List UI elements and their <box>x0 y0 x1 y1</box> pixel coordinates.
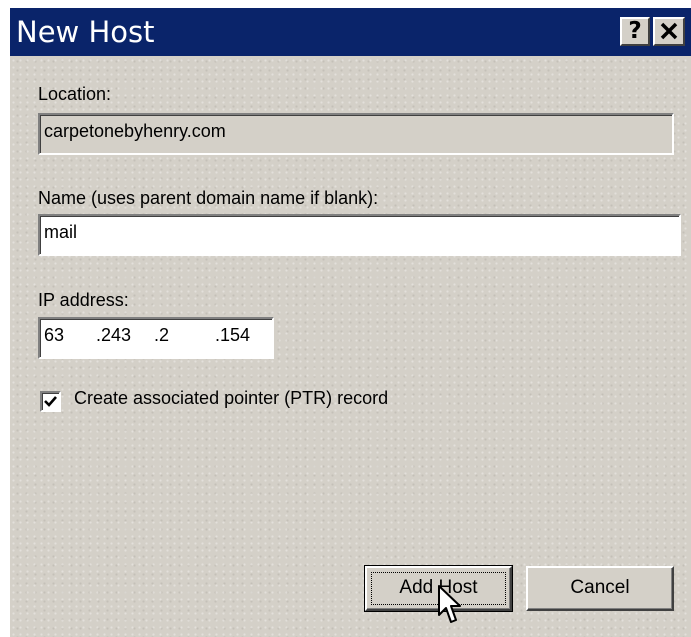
close-icon <box>660 20 678 46</box>
ptr-checkbox-label[interactable]: Create associated pointer (PTR) record <box>74 388 388 409</box>
window-title: New Host <box>16 15 155 49</box>
new-host-dialog: New Host ? Location: carpetonebyhenry.co… <box>8 6 691 637</box>
mouse-pointer-icon <box>438 585 462 630</box>
close-button[interactable] <box>653 17 685 46</box>
ip-octet-4[interactable]: .154 <box>215 325 250 346</box>
name-value: mail <box>44 222 78 242</box>
cancel-label: Cancel <box>570 577 630 598</box>
ip-octet-1[interactable]: 63 <box>44 325 64 346</box>
help-icon: ? <box>628 18 642 44</box>
ip-address-label: IP address: <box>38 290 129 310</box>
location-label: Location: <box>38 84 112 104</box>
location-value: carpetonebyhenry.com <box>44 121 226 141</box>
title-bar[interactable]: New Host ? <box>10 8 691 56</box>
location-field: carpetonebyhenry.com <box>38 113 674 155</box>
ip-address-input[interactable]: 63 .243 .2 .154 <box>38 317 274 359</box>
checkmark-icon <box>44 396 57 407</box>
ip-octet-3[interactable]: .2 <box>154 325 169 346</box>
name-input[interactable]: mail <box>38 214 681 256</box>
ptr-checkbox[interactable] <box>40 391 61 412</box>
cancel-button[interactable]: Cancel <box>526 566 674 611</box>
help-button[interactable]: ? <box>620 17 650 46</box>
ip-octet-2[interactable]: .243 <box>96 325 131 346</box>
name-label: Name (uses parent domain name if blank): <box>38 188 379 208</box>
